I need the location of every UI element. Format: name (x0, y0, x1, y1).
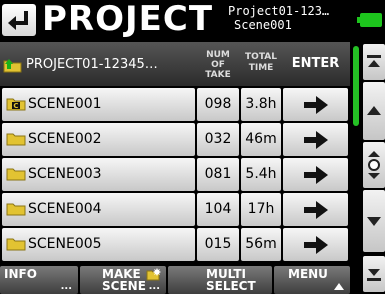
scene-name: SCENE001 (28, 96, 102, 112)
page-title: PROJECT (42, 0, 214, 39)
folder-up-icon (3, 58, 22, 72)
scene-name: SCENE004 (28, 201, 102, 217)
right-arrow-icon (304, 236, 328, 254)
scene-time: 46m (241, 123, 281, 156)
page-up-button[interactable] (363, 82, 385, 140)
scene-time: 56m (241, 228, 281, 261)
scene-name: SCENE002 (28, 131, 102, 147)
scene-row-4[interactable]: SCENE004 104 17h (0, 193, 350, 226)
folder-icon (6, 168, 26, 180)
scene-row-3[interactable]: SCENE003 081 5.4h (0, 158, 350, 191)
scene-name: SCENE005 (28, 236, 102, 252)
scrollbar[interactable] (351, 42, 361, 266)
scene-takes: 081 (197, 158, 239, 191)
scene-name: SCENE003 (28, 166, 102, 182)
right-arrow-icon (304, 131, 328, 149)
scene-takes: 015 (197, 228, 239, 261)
right-arrow-icon (304, 166, 328, 184)
right-arrow-icon (304, 201, 328, 219)
multi-label-2: SELECT (206, 279, 256, 293)
back-button[interactable] (2, 4, 36, 36)
scroll-top-icon (367, 55, 381, 67)
scroll-top-button[interactable] (363, 44, 385, 80)
scene-takes: 032 (197, 123, 239, 156)
new-folder-icon (146, 268, 161, 281)
current-scene-folder-icon: C (6, 98, 26, 110)
scene-name-cell[interactable]: C SCENE001 (2, 88, 195, 121)
folder-icon (6, 133, 26, 145)
page-down-button[interactable] (363, 190, 385, 252)
take-label-2: OF (211, 60, 225, 70)
menu-button[interactable]: MENU (274, 266, 350, 294)
svg-text:C: C (13, 102, 18, 110)
path-ellipsis: … (144, 57, 158, 72)
current-path: PROJECT01-12345… (3, 52, 195, 78)
multi-select-button[interactable]: MULTI SELECT (168, 266, 272, 294)
scene-takes: 098 (197, 88, 239, 121)
time-label-1: TOTAL (245, 52, 277, 62)
header-bar: PROJECT Project01-123… Scene001 (0, 0, 385, 40)
right-arrow-icon (304, 96, 328, 114)
enter-button[interactable] (283, 88, 348, 121)
page-down-icon (367, 217, 381, 226)
folder-icon (6, 238, 26, 250)
time-label-2: TIME (248, 63, 274, 73)
back-arrow-icon (8, 11, 28, 30)
enter-button[interactable] (283, 193, 348, 226)
scroll-position-button[interactable] (363, 142, 385, 188)
enter-button[interactable] (283, 123, 348, 156)
info-dots: ... (60, 281, 72, 292)
column-enter: ENTER (291, 56, 340, 71)
list-header: PROJECT01-12345… NUM OF TAKE TOTAL TIME … (0, 42, 350, 86)
folder-icon (6, 203, 26, 215)
enter-button[interactable] (283, 228, 348, 261)
menu-label: MENU (288, 267, 328, 281)
scene-takes: 104 (197, 193, 239, 226)
scene-row-5[interactable]: SCENE005 015 56m (0, 228, 350, 261)
scene-time: 17h (241, 193, 281, 226)
scene-name-cell[interactable]: SCENE003 (2, 158, 195, 191)
scroll-bottom-icon (367, 269, 381, 281)
scroll-bottom-button[interactable] (363, 256, 385, 292)
scene-row-2[interactable]: SCENE002 032 46m (0, 123, 350, 156)
info-button[interactable]: INFO ... (0, 266, 78, 294)
column-total-time: TOTAL TIME (241, 44, 281, 84)
scene-name-cell[interactable]: SCENE002 (2, 123, 195, 156)
scroll-position-icon (368, 151, 380, 179)
page-up-icon (367, 106, 381, 115)
scene-time: 5.4h (241, 158, 281, 191)
take-label-1: NUM (206, 50, 230, 60)
scene-name-cell[interactable]: SCENE004 (2, 193, 195, 226)
project-name-ellipsis: … (321, 4, 330, 18)
make-dots: ... (148, 281, 160, 292)
scene-name: Scene001 (234, 18, 292, 32)
make-scene-button[interactable]: MAKE SCENE ... (80, 266, 166, 294)
menu-up-arrow-icon (334, 283, 344, 290)
enter-button[interactable] (283, 158, 348, 191)
battery-icon (357, 13, 382, 27)
project-name: Project01-123 (228, 4, 322, 18)
scene-time: 3.8h (241, 88, 281, 121)
take-label-3: TAKE (205, 70, 231, 80)
scene-name-cell[interactable]: SCENE005 (2, 228, 195, 261)
scrollbar-thumb[interactable] (353, 46, 359, 126)
project-scene-info: Project01-123… Scene001 (228, 4, 348, 32)
scene-row-1[interactable]: C SCENE001 098 3.8h (0, 88, 350, 121)
info-label: INFO (4, 267, 37, 281)
path-label: PROJECT01-12345 (26, 57, 145, 72)
footer-bar: INFO ... MAKE SCENE ... MULTI SELECT MEN… (0, 266, 350, 294)
column-num-of-take: NUM OF TAKE (197, 44, 239, 84)
